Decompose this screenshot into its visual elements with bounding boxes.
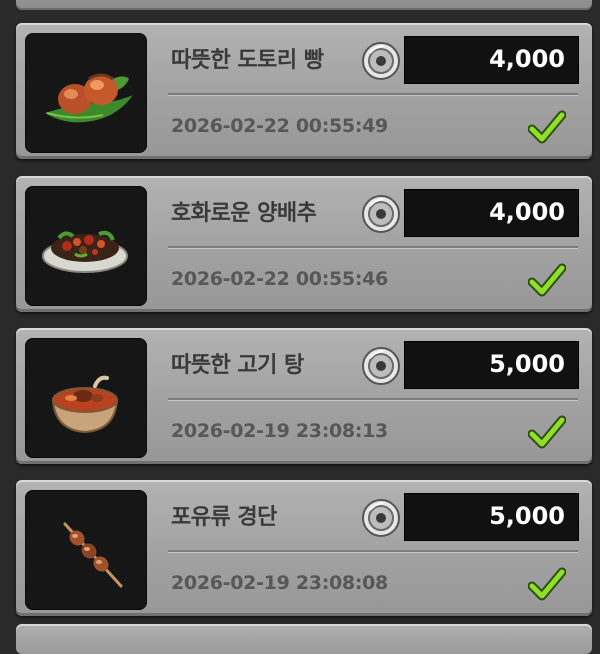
acorn-bread-icon <box>45 73 133 123</box>
purchase-item[interactable]: 따뜻한 도토리 빵 4,000 2026-02-22 00:55:49 <box>16 23 592 159</box>
meat-skewer-icon <box>63 522 123 588</box>
purchase-item[interactable]: 따뜻한 고기 탕 5,000 2026-02-19 23:08:13 <box>16 328 592 464</box>
coin-icon <box>362 195 400 233</box>
check-icon <box>528 567 566 601</box>
price-box: 5,000 <box>404 493 579 541</box>
partial-card-bottom <box>16 624 592 654</box>
check-icon <box>528 110 566 144</box>
purchase-item[interactable]: 호화로운 양배추 4,000 2026-02-22 00:55:46 <box>16 176 592 312</box>
price-box: 4,000 <box>404 189 579 237</box>
purchase-history-list: 따뜻한 도토리 빵 4,000 2026-02-22 00:55:49 호화로운… <box>0 0 600 654</box>
cabbage-dish-icon <box>42 230 128 273</box>
item-name: 호화로운 양배추 <box>171 201 317 226</box>
coin-icon <box>362 42 400 80</box>
divider <box>168 398 578 400</box>
item-thumbnail <box>25 186 147 306</box>
purchase-date: 2026-02-19 23:08:13 <box>171 420 388 442</box>
item-price: 5,000 <box>489 350 565 378</box>
item-name: 포유류 경단 <box>171 505 277 530</box>
item-price: 4,000 <box>489 198 565 226</box>
divider <box>168 93 578 95</box>
item-name: 따뜻한 고기 탕 <box>171 353 304 378</box>
item-price: 5,000 <box>489 502 565 530</box>
purchase-date: 2026-02-22 00:55:46 <box>171 268 388 290</box>
coin-icon <box>362 347 400 385</box>
purchase-date: 2026-02-19 23:08:08 <box>171 572 388 594</box>
partial-card-top <box>16 0 592 10</box>
price-box: 4,000 <box>404 36 579 84</box>
item-name: 따뜻한 도토리 빵 <box>171 48 324 73</box>
meat-soup-icon <box>51 375 119 434</box>
purchase-date: 2026-02-22 00:55:49 <box>171 115 388 137</box>
item-thumbnail <box>25 338 147 458</box>
price-box: 5,000 <box>404 341 579 389</box>
divider <box>168 550 578 552</box>
check-icon <box>528 263 566 297</box>
coin-icon <box>362 499 400 537</box>
item-price: 4,000 <box>489 45 565 73</box>
divider <box>168 246 578 248</box>
purchase-item[interactable]: 포유류 경단 5,000 2026-02-19 23:08:08 <box>16 480 592 616</box>
item-thumbnail <box>25 490 147 610</box>
check-icon <box>528 415 566 449</box>
item-thumbnail <box>25 33 147 153</box>
